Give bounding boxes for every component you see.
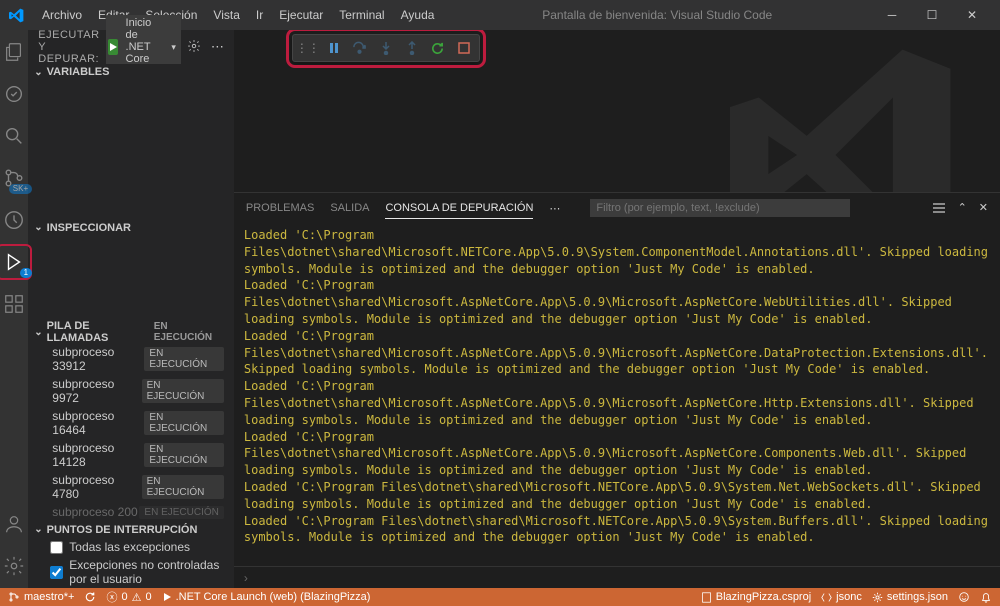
- stop-button[interactable]: [455, 39, 473, 57]
- source-control-icon[interactable]: SK+: [0, 164, 28, 192]
- drag-handle-icon[interactable]: ⋮⋮: [299, 39, 317, 57]
- console-filter: [590, 199, 850, 217]
- step-into-button[interactable]: [377, 39, 395, 57]
- chevron-down-icon: ⌄: [34, 327, 42, 338]
- step-over-button[interactable]: [351, 39, 369, 57]
- debug-console-output[interactable]: Loaded 'C:\Program Files\dotnet\shared\M…: [234, 223, 1000, 566]
- sync-button[interactable]: [84, 591, 96, 603]
- extensions-icon[interactable]: [0, 290, 28, 318]
- breakpoint-row[interactable]: Excepciones no controladas por el usuari…: [28, 556, 234, 588]
- menu-vista[interactable]: Vista: [205, 4, 247, 26]
- maximize-button[interactable]: ☐: [912, 0, 952, 30]
- editor-area: ⋮⋮: [234, 30, 1000, 588]
- console-input-row[interactable]: ›: [234, 566, 1000, 588]
- callstack-label: PILA DE LLAMADAS: [47, 320, 150, 344]
- watch-body: [28, 236, 234, 321]
- git-branch[interactable]: maestro*+: [8, 591, 74, 603]
- activity-bar: SK+ 1: [0, 30, 28, 588]
- bp-checkbox[interactable]: [50, 566, 63, 579]
- watch-section-header[interactable]: ⌄ INSPECCIONAR: [28, 219, 234, 236]
- bell-icon[interactable]: [980, 591, 992, 603]
- gear-icon[interactable]: [187, 39, 201, 55]
- timeline-icon[interactable]: [0, 206, 28, 234]
- window-controls: ─ ☐ ✕: [872, 0, 992, 30]
- chevron-right-icon: ›: [244, 571, 248, 585]
- start-debug-button[interactable]: [108, 39, 118, 55]
- tab-problemas[interactable]: PROBLEMAS: [246, 198, 314, 218]
- filter-lines-icon[interactable]: [932, 201, 946, 215]
- breakpoint-row[interactable]: Todas las excepciones: [28, 538, 234, 556]
- menu-bar: Archivo Editar Selección Vista Ir Ejecut…: [34, 4, 442, 26]
- minimize-button[interactable]: ─: [872, 0, 912, 30]
- search-icon[interactable]: [0, 122, 28, 150]
- errors-warnings[interactable]: ⓧ0 ⚠0: [106, 589, 151, 605]
- maximize-panel-icon[interactable]: ⌃: [958, 201, 967, 215]
- status-settings-file[interactable]: settings.json: [872, 591, 948, 603]
- tab-consola-depuracion[interactable]: CONSOLA DE DEPURACIÓN: [385, 198, 533, 219]
- variables-section-header[interactable]: ⌄ VARIABLES: [28, 64, 234, 81]
- chevron-down-icon: ⌄: [34, 222, 42, 233]
- thread-row[interactable]: subproceso 33912EN EJECUCIÓN: [28, 343, 234, 375]
- bottom-panel: PROBLEMAS SALIDA CONSOLA DE DEPURACIÓN ⋯…: [234, 192, 1000, 588]
- debug-toolbar: ⋮⋮: [292, 34, 480, 62]
- thread-row[interactable]: subproceso 200EN EJECUCIÓN: [28, 503, 234, 521]
- callstack-body: subproceso 33912EN EJECUCIÓN subproceso …: [28, 343, 234, 521]
- restart-button[interactable]: [429, 39, 447, 57]
- callstack-status: EN EJECUCIÓN: [154, 321, 226, 343]
- bp-checkbox[interactable]: [50, 541, 63, 554]
- debug-sidebar: EJECUTAR Y DEPURAR: Inicio de .NET Core …: [28, 30, 234, 588]
- watch-label: INSPECCIONAR: [47, 222, 131, 234]
- step-out-button[interactable]: [403, 39, 421, 57]
- menu-ir[interactable]: Ir: [248, 4, 271, 26]
- menu-ejecutar[interactable]: Ejecutar: [271, 4, 331, 26]
- chevron-down-icon: ⌄: [34, 524, 42, 535]
- run-debug-label: EJECUTAR Y DEPURAR:: [38, 29, 99, 65]
- more-icon[interactable]: ⋯: [211, 39, 224, 55]
- breakpoints-body: Todas las excepciones Excepciones no con…: [28, 538, 234, 588]
- pause-button[interactable]: [325, 39, 343, 57]
- callstack-section-header[interactable]: ⌄ PILA DE LLAMADAS EN EJECUCIÓN: [28, 321, 234, 343]
- feedback-icon[interactable]: [958, 591, 970, 603]
- menu-ayuda[interactable]: Ayuda: [393, 4, 443, 26]
- target-icon[interactable]: [0, 80, 28, 108]
- vscode-watermark-icon: [730, 40, 960, 192]
- chevron-down-icon: ▾: [171, 42, 176, 53]
- settings-icon[interactable]: [0, 552, 28, 580]
- debug-badge: 1: [20, 268, 32, 278]
- status-bar: maestro*+ ⓧ0 ⚠0 .NET Core Launch (web) (…: [0, 588, 1000, 606]
- editor-background: ⋮⋮: [234, 30, 1000, 192]
- tab-salida[interactable]: SALIDA: [330, 198, 369, 218]
- close-panel-icon[interactable]: ✕: [979, 201, 988, 215]
- status-file[interactable]: BlazingPizza.csproj: [701, 591, 811, 603]
- launch-status[interactable]: .NET Core Launch (web) (BlazingPizza): [162, 591, 371, 603]
- close-button[interactable]: ✕: [952, 0, 992, 30]
- breakpoints-section-header[interactable]: ⌄ PUNTOS DE INTERRUPCIÓN: [28, 521, 234, 538]
- menu-archivo[interactable]: Archivo: [34, 4, 90, 26]
- scm-badge: SK+: [9, 184, 32, 194]
- thread-row[interactable]: subproceso 9972EN EJECUCIÓN: [28, 375, 234, 407]
- thread-row[interactable]: subproceso 4780EN EJECUCIÓN: [28, 471, 234, 503]
- window-title: Pantalla de bienvenida: Visual Studio Co…: [442, 8, 872, 22]
- chevron-down-icon: ⌄: [34, 67, 42, 78]
- panel-tabs: PROBLEMAS SALIDA CONSOLA DE DEPURACIÓN ⋯…: [234, 193, 1000, 223]
- more-tabs-icon[interactable]: ⋯: [549, 202, 560, 215]
- run-debug-icon[interactable]: 1: [0, 248, 28, 276]
- variables-body: [28, 81, 234, 220]
- breakpoints-label: PUNTOS DE INTERRUPCIÓN: [47, 524, 198, 536]
- thread-row[interactable]: subproceso 14128EN EJECUCIÓN: [28, 439, 234, 471]
- account-icon[interactable]: [0, 510, 28, 538]
- status-lang[interactable]: jsonc: [821, 591, 862, 603]
- variables-label: VARIABLES: [47, 66, 110, 78]
- filter-input[interactable]: [590, 199, 850, 217]
- menu-terminal[interactable]: Terminal: [331, 4, 392, 26]
- explorer-icon[interactable]: [0, 38, 28, 66]
- thread-row[interactable]: subproceso 16464EN EJECUCIÓN: [28, 407, 234, 439]
- sidebar-header: EJECUTAR Y DEPURAR: Inicio de .NET Core …: [28, 30, 234, 64]
- vscode-logo-icon: [8, 7, 24, 23]
